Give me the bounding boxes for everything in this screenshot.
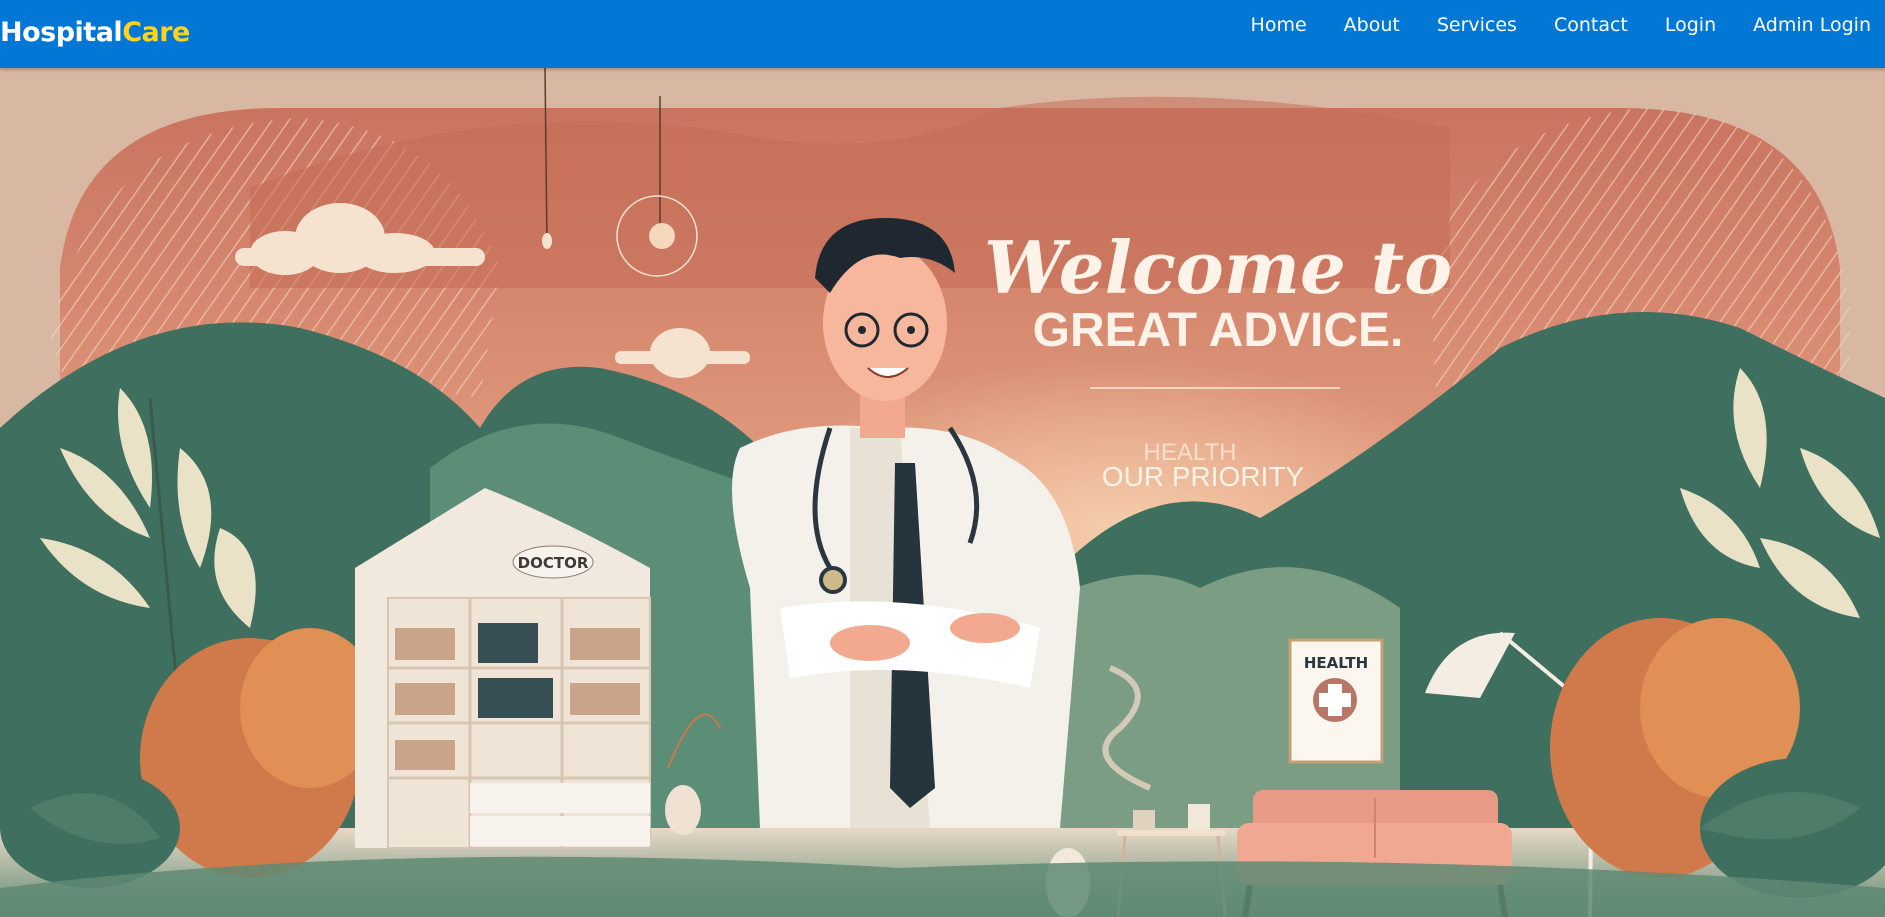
cabinet-sign-text: DOCTOR <box>518 554 589 572</box>
poster-sign-text: HEALTH <box>1304 654 1368 672</box>
nav-login-link[interactable]: Login <box>1665 14 1716 36</box>
nav-contact-link[interactable]: Contact <box>1554 14 1628 36</box>
brand-logo[interactable]: HospitalCare <box>0 17 190 48</box>
hero-headline-caps: GREAT ADVICE. <box>1033 304 1404 357</box>
nav-services-link[interactable]: Services <box>1437 14 1517 36</box>
brand-name-part2: Care <box>122 17 190 48</box>
nav-about-link[interactable]: About <box>1344 14 1400 36</box>
navbar: HospitalCare Home About Services Contact… <box>0 0 1885 68</box>
health-poster: HEALTH <box>1288 638 1384 764</box>
nav-admin-login-link[interactable]: Admin Login <box>1753 14 1871 36</box>
hero-illustration: DOCTOR Welcome to GREAT ADVICE. HEALTH O… <box>0 68 1885 917</box>
hero-headline-script: Welcome to <box>984 225 1452 310</box>
brand-name-part1: Hospital <box>0 17 123 48</box>
hero-tagline-line2: OUR PRIORITY <box>1102 461 1305 492</box>
hero-banner: DOCTOR Welcome to GREAT ADVICE. HEALTH O… <box>0 68 1885 917</box>
main-nav: Home About Services Contact Login Admin … <box>1214 0 1885 50</box>
nav-home-link[interactable]: Home <box>1251 14 1307 36</box>
